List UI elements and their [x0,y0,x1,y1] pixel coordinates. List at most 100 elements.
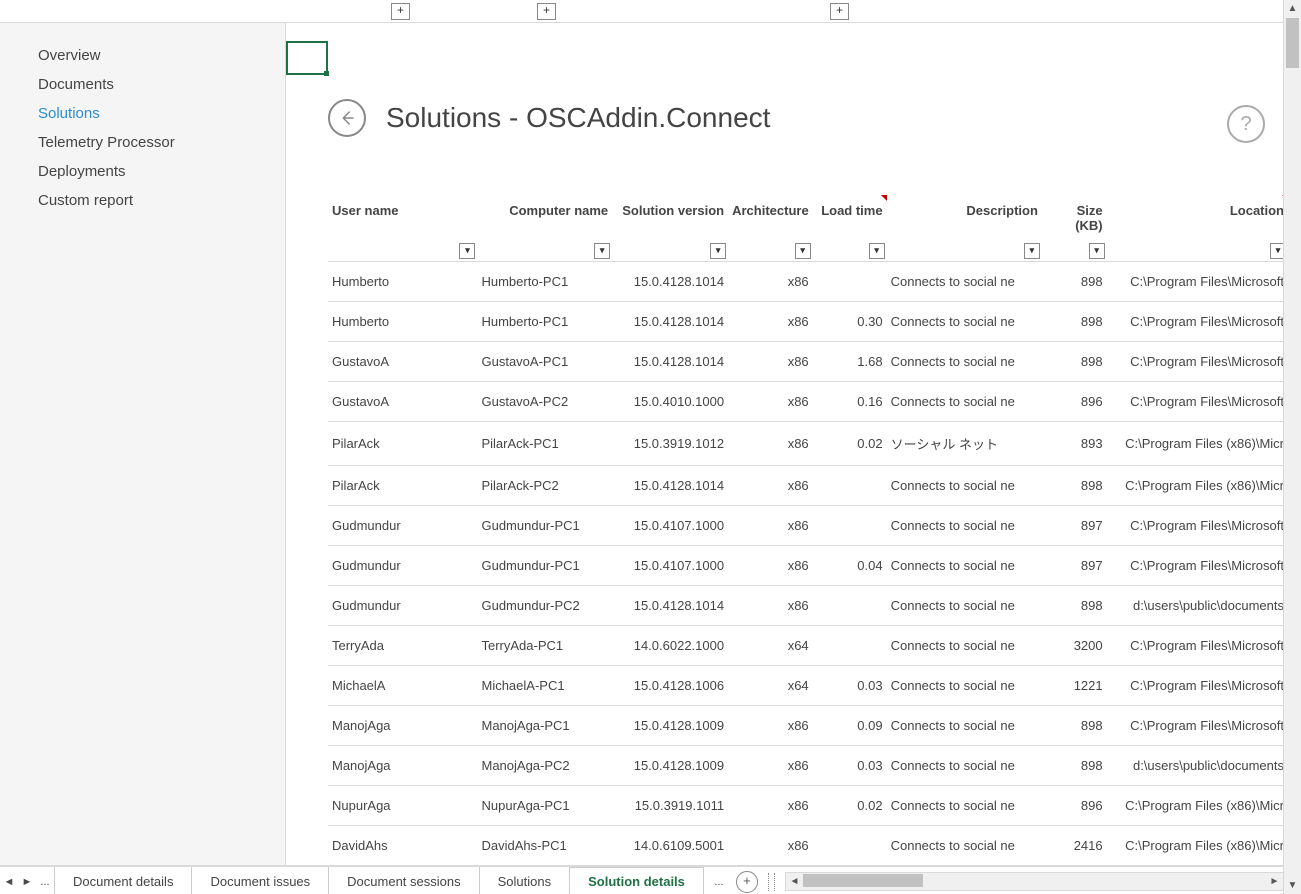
table-cell: NupurAga-PC1 [477,786,612,826]
table-cell: 0.04 [813,546,887,586]
table-row[interactable]: ManojAgaManojAga-PC215.0.4128.1009x860.0… [328,746,1288,786]
column-label: Size (KB) [1075,203,1102,233]
table-row[interactable]: PilarAckPilarAck-PC115.0.3919.1012x860.0… [328,422,1288,466]
sheet-nav-next[interactable]: ► [18,876,36,888]
column-header-computer-name: Computer name ▾ [477,195,612,262]
table-row[interactable]: GudmundurGudmundur-PC215.0.4128.1014x86C… [328,586,1288,626]
filter-dropdown-icon[interactable]: ▾ [459,243,475,259]
table-row[interactable]: DavidAhsDavidAhs-PC114.0.6109.5001x86Con… [328,826,1288,866]
sheet-nav-prev[interactable]: ◄ [0,876,18,888]
table-row[interactable]: PilarAckPilarAck-PC215.0.4128.1014x86Con… [328,466,1288,506]
vertical-scrollbar[interactable]: ▲ ▼ [1283,0,1301,894]
column-label: Computer name [509,203,608,218]
table-cell: GustavoA [328,382,477,422]
table-cell [813,826,887,866]
filter-dropdown-icon[interactable]: ▾ [1089,243,1105,259]
outline-expand-button[interactable]: + [537,3,556,20]
table-row[interactable]: HumbertoHumberto-PC115.0.4128.1014x86Con… [328,262,1288,302]
table-cell: ManojAga-PC2 [477,746,612,786]
table-cell: C:\Program Files\Microsoft [1107,706,1288,746]
horizontal-scrollbar[interactable]: ◄ ► [785,872,1284,891]
back-button[interactable] [328,99,366,137]
table-cell: 15.0.3919.1011 [612,786,728,826]
table-cell: 0.03 [813,666,887,706]
table-cell [813,626,887,666]
table-cell: C:\Program Files (x86)\Micr [1107,786,1288,826]
sidebar-item-telemetry-processor[interactable]: Telemetry Processor [0,128,285,157]
table-row[interactable]: HumbertoHumberto-PC115.0.4128.1014x860.3… [328,302,1288,342]
table-row[interactable]: GustavoAGustavoA-PC115.0.4128.1014x861.6… [328,342,1288,382]
sheet-nav-more-left[interactable]: ... [36,876,54,888]
outline-expand-button[interactable]: + [391,3,410,20]
sidebar-item-overview[interactable]: Overview [0,41,285,70]
table-cell: NupurAga [328,786,477,826]
table-cell: 0.02 [813,422,887,466]
vscroll-up-arrow[interactable]: ▲ [1284,0,1301,17]
table-cell: Connects to social ne [887,262,1042,302]
sheet-tab-document-sessions[interactable]: Document sessions [329,867,479,894]
filter-dropdown-icon[interactable]: ▾ [1024,243,1040,259]
table-cell: C:\Program Files\Microsoft [1107,382,1288,422]
filter-dropdown-icon[interactable]: ▾ [594,243,610,259]
table-row[interactable]: MichaelAMichaelA-PC115.0.4128.1006x640.0… [328,666,1288,706]
help-button[interactable]: ? [1227,105,1265,143]
table-row[interactable]: TerryAdaTerryAda-PC114.0.6022.1000x64Con… [328,626,1288,666]
table-row[interactable]: NupurAgaNupurAga-PC115.0.3919.1011x860.0… [328,786,1288,826]
table-cell: 0.30 [813,302,887,342]
table-cell: ManojAga [328,706,477,746]
sheet-tab-solutions[interactable]: Solutions [480,867,570,894]
selected-cell[interactable] [286,41,328,75]
column-label: Load time [821,203,882,218]
filter-dropdown-icon[interactable]: ▾ [869,243,885,259]
table-cell: C:\Program Files\Microsoft [1107,546,1288,586]
table-cell: x86 [728,382,813,422]
filter-dropdown-icon[interactable]: ▾ [710,243,726,259]
sheet-tab-document-details[interactable]: Document details [54,867,192,894]
column-label: Architecture [732,203,809,218]
table-row[interactable]: GustavoAGustavoA-PC215.0.4010.1000x860.1… [328,382,1288,422]
table-cell: Gudmundur [328,586,477,626]
vscroll-thumb[interactable] [1286,18,1299,68]
table-cell: 896 [1042,786,1107,826]
table-cell: 0.02 [813,786,887,826]
table-cell: DavidAhs-PC1 [477,826,612,866]
table-cell: x86 [728,586,813,626]
table-row[interactable]: GudmundurGudmundur-PC115.0.4107.1000x860… [328,546,1288,586]
vscroll-down-arrow[interactable]: ▼ [1284,877,1301,894]
sidebar-item-solutions[interactable]: Solutions [0,99,285,128]
table-cell: Humberto [328,262,477,302]
table-cell [813,506,887,546]
hscroll-right-arrow[interactable]: ► [1266,876,1283,887]
table-cell: PilarAck-PC1 [477,422,612,466]
add-sheet-button[interactable]: + [736,871,758,893]
sheet-tab-solution-details[interactable]: Solution details [570,867,704,894]
table-cell: 898 [1042,586,1107,626]
filter-dropdown-icon[interactable]: ▾ [795,243,811,259]
sidebar-item-deployments[interactable]: Deployments [0,157,285,186]
table-cell: 898 [1042,746,1107,786]
table-cell: x86 [728,786,813,826]
table-cell: Gudmundur-PC1 [477,546,612,586]
table-cell: 15.0.4128.1014 [612,262,728,302]
table-cell: 14.0.6022.1000 [612,626,728,666]
table-cell: 0.16 [813,382,887,422]
sidebar-item-documents[interactable]: Documents [0,70,285,99]
table-cell: x86 [728,422,813,466]
sidebar-item-custom-report[interactable]: Custom report [0,186,285,215]
split-handle[interactable] [768,873,775,891]
table-cell: Humberto [328,302,477,342]
table-row[interactable]: GudmundurGudmundur-PC115.0.4107.1000x86C… [328,506,1288,546]
hscroll-thumb[interactable] [803,874,923,887]
table-cell: MichaelA [328,666,477,706]
table-cell: x86 [728,706,813,746]
table-cell: ManojAga-PC1 [477,706,612,746]
hscroll-left-arrow[interactable]: ◄ [786,876,803,887]
table-cell: Gudmundur [328,506,477,546]
sheet-tab-document-issues[interactable]: Document issues [192,867,329,894]
sheet-nav-more-right[interactable]: ... [710,876,728,888]
table-row[interactable]: ManojAgaManojAga-PC115.0.4128.1009x860.0… [328,706,1288,746]
table-cell: x86 [728,826,813,866]
outline-bar: + + + [0,0,1301,23]
table-cell: 15.0.4107.1000 [612,546,728,586]
outline-expand-button[interactable]: + [830,3,849,20]
